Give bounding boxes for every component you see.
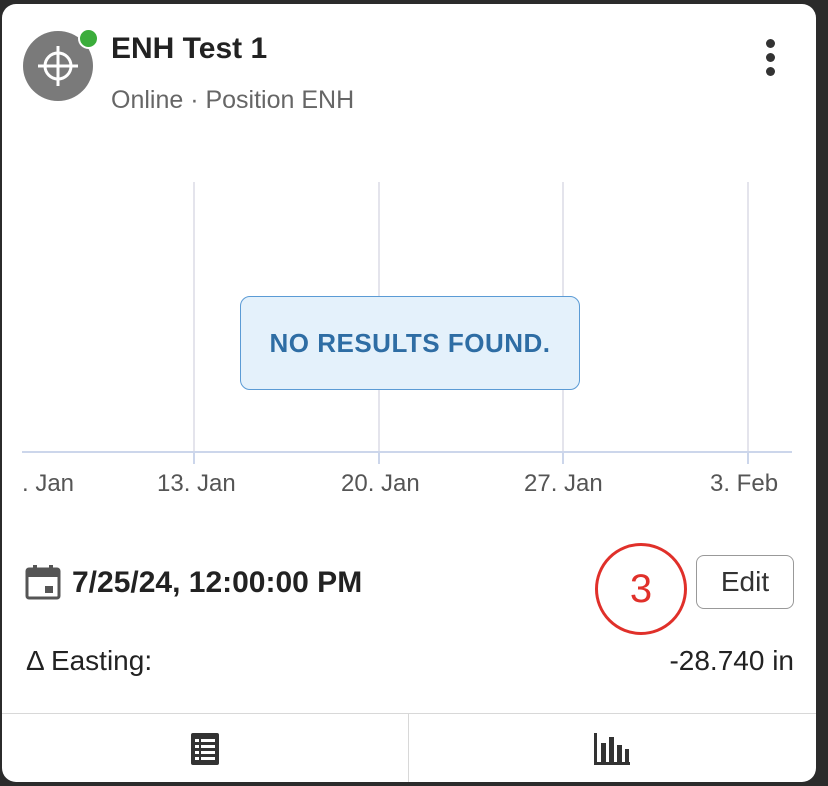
- timestamp-value: 7/25/24, 12:00:00 PM: [72, 566, 363, 599]
- x-tick-label: 3. Feb: [710, 470, 779, 497]
- chart-plot-area: [22, 182, 792, 464]
- no-results-message: NO RESULTS FOUND.: [240, 296, 580, 390]
- easting-value: -28.740 in: [669, 645, 794, 676]
- card-footer: [2, 713, 816, 782]
- calendar-icon: [25, 565, 61, 600]
- x-tick-label: 27. Jan: [524, 470, 603, 497]
- x-tick-label: 20. Jan: [341, 470, 420, 497]
- step-number-badge: 3: [595, 543, 687, 635]
- x-tick-label: 13. Jan: [157, 470, 236, 497]
- x-tick-label: . Jan: [22, 470, 75, 497]
- list-icon: [191, 732, 219, 765]
- tab-chart-view[interactable]: [409, 714, 815, 782]
- tab-list-view[interactable]: [2, 714, 409, 782]
- easting-label: Δ Easting:: [26, 645, 153, 676]
- bar-chart-icon: [594, 732, 630, 765]
- device-card: ENH Test 1 Online · Position ENH NO RESU…: [2, 4, 816, 782]
- edit-button[interactable]: Edit: [696, 555, 794, 609]
